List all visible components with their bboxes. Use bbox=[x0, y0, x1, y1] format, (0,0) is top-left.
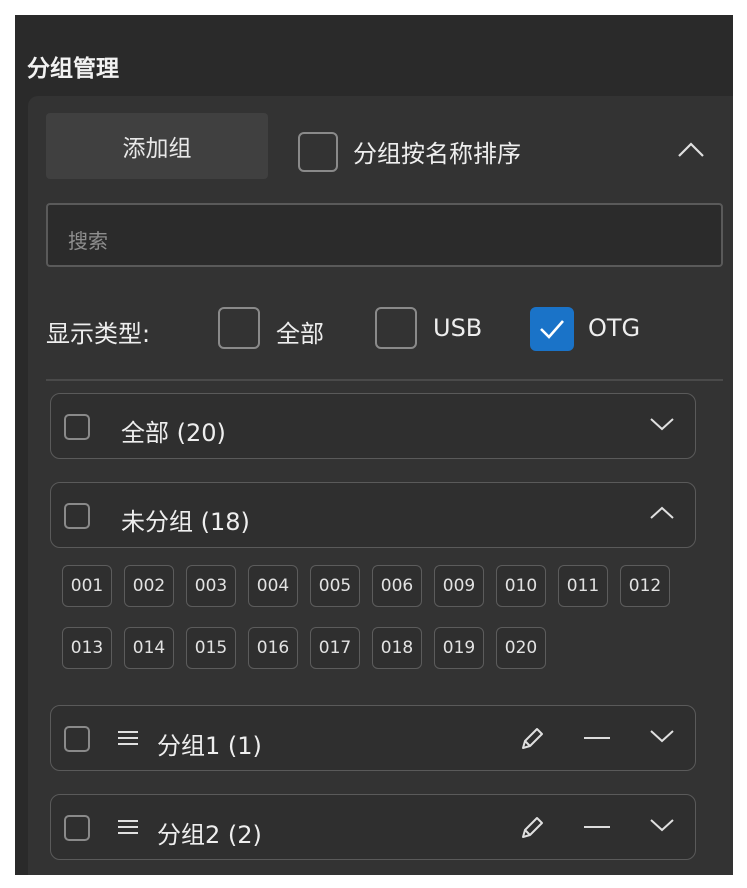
checkmark-icon bbox=[540, 320, 564, 339]
drag-handle-icon[interactable] bbox=[117, 818, 139, 836]
group-checkbox[interactable] bbox=[64, 414, 90, 440]
filter-otg-label: OTG bbox=[588, 314, 641, 342]
group-checkbox[interactable] bbox=[64, 815, 90, 841]
group-label: 全部 (20) bbox=[121, 419, 226, 447]
sort-by-name-checkbox[interactable] bbox=[298, 132, 338, 172]
group-management-window: 分组管理 添加组 分组按名称排序 搜索 显示类型: 全部 USB OTG 全部 … bbox=[15, 15, 733, 875]
chevron-down-icon[interactable] bbox=[648, 415, 676, 433]
device-tag[interactable]: 006 bbox=[372, 565, 422, 607]
device-tag[interactable]: 019 bbox=[434, 627, 484, 669]
device-tag[interactable]: 012 bbox=[620, 565, 670, 607]
device-tag[interactable]: 003 bbox=[186, 565, 236, 607]
group-checkbox[interactable] bbox=[64, 726, 90, 752]
panel-title: 分组管理 bbox=[27, 56, 119, 82]
filter-type-label: 显示类型: bbox=[46, 320, 151, 348]
chevron-up-icon[interactable] bbox=[648, 504, 676, 522]
device-tag[interactable]: 005 bbox=[310, 565, 360, 607]
add-group-button[interactable]: 添加组 bbox=[46, 113, 268, 179]
device-tag[interactable]: 002 bbox=[124, 565, 174, 607]
chevron-up-icon[interactable] bbox=[676, 141, 706, 159]
pencil-icon[interactable] bbox=[517, 813, 547, 843]
group-row-group2[interactable]: 分组2 (2) bbox=[50, 794, 696, 860]
device-tag[interactable]: 017 bbox=[310, 627, 360, 669]
device-tag[interactable]: 001 bbox=[62, 565, 112, 607]
device-tag[interactable]: 013 bbox=[62, 627, 112, 669]
group-label: 未分组 (18) bbox=[121, 508, 250, 536]
drag-handle-icon[interactable] bbox=[117, 729, 139, 747]
filter-all-checkbox[interactable] bbox=[218, 307, 260, 349]
pencil-icon[interactable] bbox=[517, 724, 547, 754]
group-row-all[interactable]: 全部 (20) bbox=[50, 393, 696, 459]
group-label: 分组1 (1) bbox=[157, 732, 262, 760]
divider bbox=[46, 379, 723, 381]
group-checkbox[interactable] bbox=[64, 503, 90, 529]
group-label: 分组2 (2) bbox=[157, 821, 262, 849]
device-tag[interactable]: 015 bbox=[186, 627, 236, 669]
device-tag[interactable]: 004 bbox=[248, 565, 298, 607]
filter-otg-checkbox[interactable] bbox=[530, 307, 574, 351]
device-tag[interactable]: 009 bbox=[434, 565, 484, 607]
group-panel: 添加组 分组按名称排序 搜索 显示类型: 全部 USB OTG 全部 (20) bbox=[28, 96, 733, 875]
filter-usb-label: USB bbox=[433, 314, 483, 342]
search-input[interactable]: 搜索 bbox=[46, 203, 723, 267]
device-tag[interactable]: 016 bbox=[248, 627, 298, 669]
group-row-group1[interactable]: 分组1 (1) bbox=[50, 705, 696, 771]
group-row-ungrouped[interactable]: 未分组 (18) bbox=[50, 482, 696, 548]
device-tag[interactable]: 010 bbox=[496, 565, 546, 607]
minus-icon[interactable] bbox=[584, 826, 610, 828]
sort-by-name-label: 分组按名称排序 bbox=[353, 140, 521, 168]
filter-usb-checkbox[interactable] bbox=[375, 307, 417, 349]
device-tag[interactable]: 018 bbox=[372, 627, 422, 669]
chevron-down-icon[interactable] bbox=[648, 816, 676, 834]
minus-icon[interactable] bbox=[584, 737, 610, 739]
device-tag[interactable]: 011 bbox=[558, 565, 608, 607]
search-placeholder: 搜索 bbox=[68, 229, 108, 253]
filter-all-label: 全部 bbox=[276, 320, 324, 348]
chevron-down-icon[interactable] bbox=[648, 727, 676, 745]
device-tag[interactable]: 020 bbox=[496, 627, 546, 669]
device-tag[interactable]: 014 bbox=[124, 627, 174, 669]
